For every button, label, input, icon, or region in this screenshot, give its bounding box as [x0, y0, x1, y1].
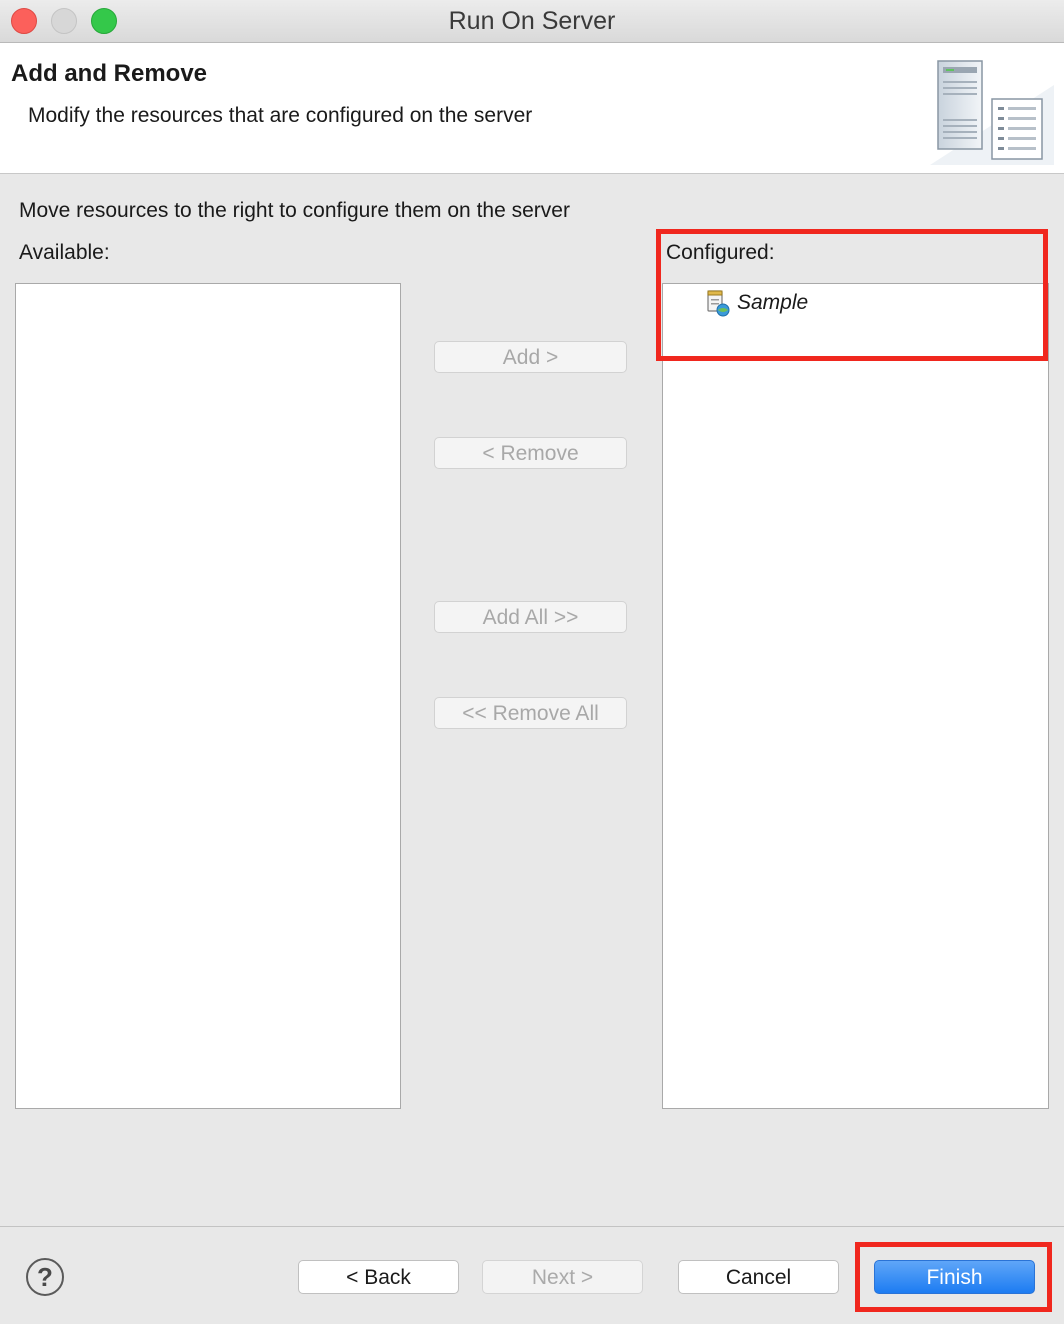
instructions-text: Move resources to the right to configure…: [19, 199, 570, 222]
available-label: Available:: [19, 241, 110, 264]
footer-divider: [0, 1226, 1064, 1227]
remove-all-button[interactable]: << Remove All: [434, 697, 627, 729]
available-list[interactable]: [15, 283, 401, 1109]
back-button[interactable]: < Back: [298, 1260, 459, 1294]
configured-highlight-box: [656, 229, 1048, 361]
window-title: Run On Server: [448, 7, 616, 35]
server-config-icon: [930, 60, 1054, 165]
configured-list[interactable]: Sample: [662, 283, 1049, 1109]
finish-highlight-box: [855, 1242, 1052, 1312]
add-all-button[interactable]: Add All >>: [434, 601, 627, 633]
cancel-button[interactable]: Cancel: [678, 1260, 839, 1294]
title-bar: Run On Server: [0, 0, 1064, 43]
next-button[interactable]: Next >: [482, 1260, 643, 1294]
help-icon[interactable]: ?: [26, 1258, 64, 1296]
add-button[interactable]: Add >: [434, 341, 627, 373]
remove-button[interactable]: < Remove: [434, 437, 627, 469]
wizard-header: Add and Remove Modify the resources that…: [0, 43, 1064, 174]
page-title: Add and Remove: [11, 60, 208, 87]
page-description: Modify the resources that are configured…: [28, 104, 533, 127]
